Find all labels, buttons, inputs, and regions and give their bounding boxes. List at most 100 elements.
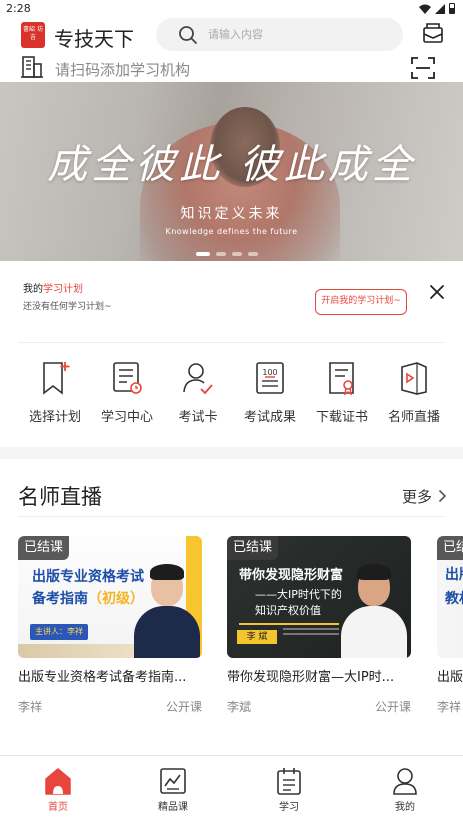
course-meta: 李斌 公开课 <box>227 698 411 714</box>
course-status-badge: 已结课 <box>227 536 279 560</box>
thumbnail-speaker-tag: 李 斌 <box>237 630 277 644</box>
study-plan-heading: 我的学习计划 <box>23 280 83 295</box>
course-thumbnail[interactable]: 带你发现隐形财富 ——大IP时代下的 知识产权价值 李 斌 已结课 <box>227 536 411 658</box>
course-teacher: 李祥 <box>18 700 43 714</box>
thumbnail-title-line: ——大IP时代下的 <box>255 588 342 601</box>
quick-item-download-certificate[interactable]: 下载证书 <box>306 360 378 425</box>
speaker-body <box>134 606 200 658</box>
search-icon <box>179 26 197 44</box>
quick-item-label: 选择计划 <box>28 410 81 425</box>
quick-item-label: 名师直播 <box>387 410 440 425</box>
speaker-hair <box>357 564 391 580</box>
status-icons <box>419 3 455 14</box>
quick-item-select-plan[interactable]: 选择计划 <box>19 360 91 425</box>
live-section-title: 名师直播 <box>18 485 102 509</box>
search-bar[interactable] <box>156 18 403 51</box>
scan-prompt-text: 请扫码添加学习机构 <box>55 61 191 79</box>
wifi-icon <box>419 4 431 14</box>
tab-label: 我的 <box>395 802 415 813</box>
qr-scan-icon[interactable] <box>410 56 436 80</box>
thumbnail-decor <box>239 623 339 625</box>
quick-item-exam-results[interactable]: 100 考试成果 <box>234 360 306 425</box>
speaker-photo <box>341 562 407 658</box>
logo-text: 書紹 坊吉 <box>23 26 43 41</box>
banner-dot[interactable] <box>196 252 210 256</box>
scan-institution-row[interactable]: 请扫码添加学习机构 <box>0 54 463 82</box>
thumbnail-book-decor <box>18 644 138 658</box>
study-plan-empty-text: 还没有任何学习计划~ <box>23 302 112 312</box>
tab-label: 学习 <box>279 802 299 813</box>
tab-home[interactable]: 首页 <box>13 766 103 813</box>
score-100-icon: 100 <box>256 362 284 394</box>
speaker-hair <box>150 564 184 580</box>
course-teacher: 李斌 <box>227 700 252 714</box>
signal-icon <box>435 3 445 14</box>
course-thumbnail[interactable]: 出版 教材 已结 <box>437 536 463 658</box>
svg-text:100: 100 <box>262 368 277 377</box>
app-title: 专技天下 <box>54 27 134 51</box>
course-meta: 李祥 <box>437 698 463 714</box>
banner-dot[interactable] <box>248 252 258 256</box>
certificate-icon <box>329 362 354 396</box>
live-course-card[interactable]: 带你发现隐形财富 ——大IP时代下的 知识产权价值 李 斌 已结课 带你发现隐形… <box>227 536 411 714</box>
user-check-icon <box>183 363 213 395</box>
section-separator <box>0 447 463 459</box>
home-icon <box>45 768 71 795</box>
promo-banner[interactable]: 成全彼此 彼此成全 知识定义未来 Knowledge defines the f… <box>0 82 463 261</box>
thumbnail-title-line: 带你发现隐形财富 <box>239 568 344 583</box>
search-input[interactable] <box>208 23 388 45</box>
battery-icon <box>449 3 455 14</box>
thumbnail-title-line: 出版专业资格考试 <box>32 569 144 585</box>
course-status-badge: 已结 <box>437 536 463 560</box>
start-study-plan-button[interactable]: 开启我的学习计划~ <box>315 289 407 315</box>
quick-item-label: 下载证书 <box>315 410 368 425</box>
schedule-list-icon <box>113 362 142 394</box>
banner-pagination <box>196 252 258 256</box>
quick-item-teacher-live[interactable]: 名师直播 <box>378 360 450 425</box>
tab-label: 精品课 <box>158 802 188 813</box>
divider <box>18 342 445 343</box>
banner-dot[interactable] <box>216 252 226 256</box>
close-icon[interactable] <box>428 283 446 301</box>
app-logo: 書紹 坊吉 <box>21 22 45 48</box>
building-icon <box>21 56 43 78</box>
thumbnail-title-text: 备考指南 <box>32 591 88 607</box>
bottom-tab-bar: 首页 精品课 学习 我的 <box>0 755 463 823</box>
banner-subtitle-en: Knowledge defines the future <box>165 227 298 236</box>
speaker-photo <box>134 562 200 658</box>
course-thumbnail[interactable]: 出版专业资格考试 备考指南（初级） 主讲人：李祥 已结课 <box>18 536 202 658</box>
live-course-card[interactable]: 出版专业资格考试 备考指南（初级） 主讲人：李祥 已结课 出版专业资格考试备考指… <box>18 536 202 714</box>
quick-item-label: 学习中心 <box>100 410 153 425</box>
message-inbox-icon[interactable] <box>422 22 444 44</box>
study-plan-prefix: 我的 <box>23 284 43 295</box>
course-type-tag: 公开课 <box>165 700 202 714</box>
profile-icon <box>393 768 417 795</box>
tab-mine[interactable]: 我的 <box>360 766 450 813</box>
course-title: 出版专业资格考试备考指南... <box>18 670 187 685</box>
thumbnail-title-line: 出版 <box>445 567 463 583</box>
app-header: 書紹 坊吉 专技天下 <box>0 14 463 58</box>
study-plan-card: 我的学习计划 还没有任何学习计划~ 开启我的学习计划~ <box>0 261 463 343</box>
quick-item-label: 考试卡 <box>178 410 218 425</box>
chart-board-icon <box>160 768 186 794</box>
tab-study[interactable]: 学习 <box>244 766 334 813</box>
quick-item-learning-center[interactable]: 学习中心 <box>91 360 163 425</box>
quick-item-exam-card[interactable]: 考试卡 <box>162 360 234 425</box>
more-link[interactable]: 更多 <box>402 486 432 507</box>
tab-label: 首页 <box>48 802 68 813</box>
thumbnail-title-line: 教材 <box>445 591 463 607</box>
banner-dot[interactable] <box>232 252 242 256</box>
course-title: 出版 <box>437 670 463 685</box>
tab-premium-courses[interactable]: 精品课 <box>128 766 218 813</box>
bookmark-plus-icon <box>43 362 70 395</box>
chevron-right-icon[interactable] <box>438 489 447 503</box>
course-type-tag: 公开课 <box>374 700 411 714</box>
video-play-icon <box>401 362 427 395</box>
course-meta: 李祥 公开课 <box>18 698 202 714</box>
live-course-card[interactable]: 出版 教材 已结 出版 李祥 <box>437 536 463 714</box>
home-screen: 2:28 書紹 坊吉 专技天下 请输入内容 请扫码添加学习机构 成全彼此 彼此成… <box>0 0 463 823</box>
quick-menu: 选择计划 学习中心 考试卡 100 考试成果 下载证书 名师直播 <box>0 360 463 440</box>
banner-slogan: 成全彼此 彼此成全 <box>47 142 416 188</box>
course-title: 带你发现隐形财富—大IP时... <box>227 670 395 685</box>
study-plan-accent: 学习计划 <box>43 284 83 295</box>
